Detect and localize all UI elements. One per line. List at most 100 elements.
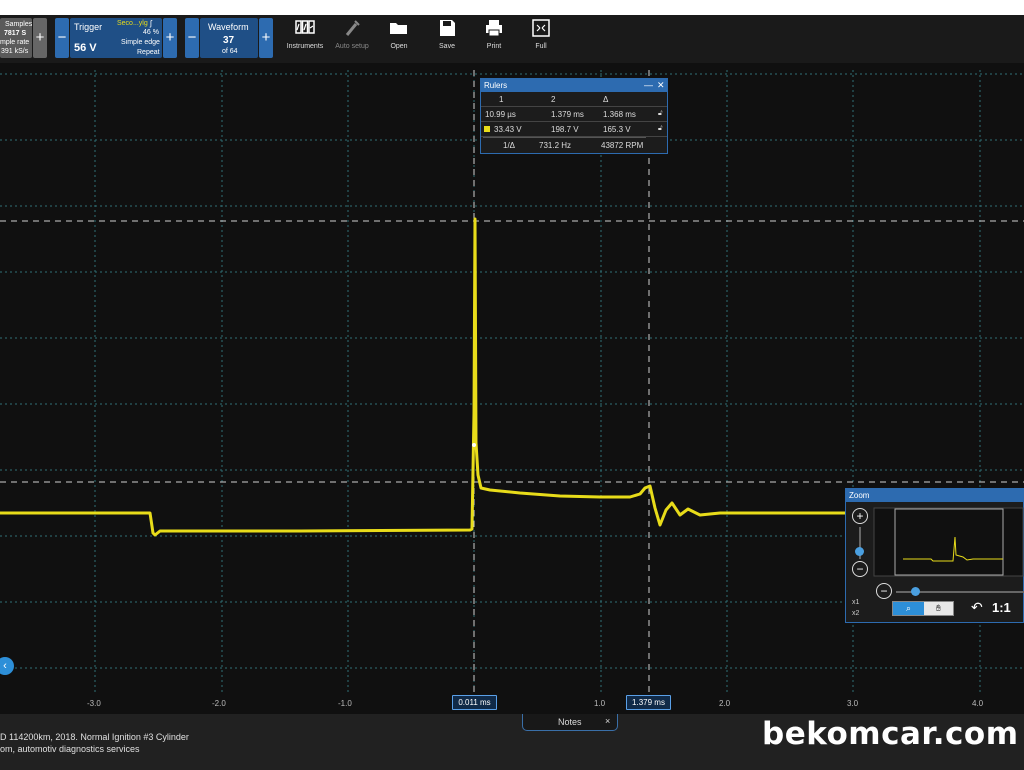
chevron-left-icon: ‹	[3, 660, 7, 672]
rulers-col-2: 2	[551, 95, 556, 104]
instruments-button[interactable]: Instruments	[281, 19, 329, 50]
minus-icon: −	[856, 562, 864, 576]
minus-icon: −	[880, 584, 888, 598]
instruments-label: Instruments	[286, 43, 324, 50]
zoom-horizontal-minus[interactable]: −	[876, 583, 892, 599]
rulers-minimize-button[interactable]: —	[644, 79, 653, 92]
waveform-plus-button[interactable]: +	[259, 18, 273, 58]
trigger-percent: 46 %	[143, 29, 159, 36]
trigger-minus-button[interactable]: −	[55, 18, 69, 58]
notes-line-2: om, automotiv diagnostics services	[0, 744, 140, 754]
open-button[interactable]: Open	[375, 19, 423, 50]
waveform-panel[interactable]: Waveform 37 of 64	[200, 18, 258, 58]
auto-setup-button[interactable]: Auto setup	[328, 19, 376, 50]
rulers-col-delta: Δ	[603, 95, 609, 104]
sample-rate-value: 391 kS/s	[1, 48, 29, 55]
zoom-plus-button[interactable]: +	[852, 508, 868, 524]
x-tick-label: 4.0	[972, 699, 984, 708]
ruler-1-marker	[472, 443, 476, 447]
ruler-volt-delta: 165.3 V	[603, 125, 631, 134]
undo-zoom-icon[interactable]: ↶	[971, 599, 983, 616]
zoom-minus-button[interactable]: −	[852, 561, 868, 577]
save-label: Save	[439, 43, 455, 50]
lock-icon[interactable]: 🔓︎	[658, 110, 663, 118]
ruler-time-delta: 1.368 ms	[603, 110, 636, 119]
channel-color-swatch	[484, 126, 490, 132]
fullscreen-icon	[532, 19, 550, 37]
trigger-channel: Seco...ylg	[117, 20, 148, 27]
samples-value: 7817 S	[4, 30, 27, 37]
ruler-volt-2: 198.7 V	[551, 125, 579, 134]
notes-line-1: D 114200km, 2018. Normal Ignition #3 Cyl…	[0, 732, 189, 742]
open-label: Open	[390, 43, 408, 50]
print-button[interactable]: Print	[470, 19, 518, 50]
notes-tab[interactable]: Notes ×	[522, 714, 618, 731]
ruler-freq-hz: 731.2 Hz	[539, 141, 572, 150]
waveform-minus-button[interactable]: −	[185, 18, 199, 58]
zoom-panel: Zoom + − − x1 x2 ⌕ ✋︎ ↶ 1:1	[845, 488, 1024, 623]
trigger-mode: Simple edge	[121, 39, 160, 46]
samples-panel[interactable]: Samples 7817 S mple rate 391 kS/s	[0, 18, 32, 58]
ruler-freq-rpm: 43872 RPM	[601, 141, 644, 150]
hand-icon: ✋︎	[935, 603, 942, 613]
ruler-time-2: 1.379 ms	[551, 110, 584, 119]
waveform-title: Waveform	[208, 22, 249, 32]
rulers-freq-row: 1/Δ 731.2 Hz 43872 RPM	[483, 137, 646, 152]
zoom-pan-button[interactable]: ✋︎	[924, 602, 953, 615]
rulers-panel: Rulers — ✕ 1 2 Δ 10.99 µs 1.379 ms 1.368…	[480, 78, 668, 154]
auto-setup-label: Auto setup	[335, 43, 369, 50]
print-label: Print	[486, 43, 502, 50]
cursor-2-tag[interactable]: 1.379 ms	[626, 695, 671, 710]
trigger-repeat: Repeat	[137, 49, 160, 56]
print-icon	[486, 20, 502, 37]
folder-open-icon	[390, 23, 407, 34]
zoom-magnify-button[interactable]: ⌕	[893, 602, 924, 615]
rulers-title: Rulers	[484, 81, 508, 90]
rulers-time-row: 10.99 µs 1.379 ms 1.368 ms 🔓︎	[481, 107, 667, 122]
zoom-header[interactable]: Zoom	[846, 489, 1023, 502]
rulers-header[interactable]: Rulers — ✕	[481, 79, 667, 92]
x-tick-label: 1.0	[594, 699, 606, 708]
cursor-1-tag[interactable]: 0.011 ms	[452, 695, 497, 710]
lock-icon[interactable]: 🔓︎	[658, 125, 663, 133]
ruler-time-1: 10.99 µs	[485, 110, 516, 119]
zoom-x1-label: x1	[852, 599, 860, 606]
rulers-close-button[interactable]: ✕	[657, 79, 665, 92]
x-tick-label: -2.0	[212, 699, 226, 708]
rulers-col-1: 1	[499, 95, 504, 104]
samples-label: Samples	[5, 21, 33, 28]
trigger-panel[interactable]: Trigger 56 V Seco...ylg ʃ 46 % Simple ed…	[70, 18, 162, 58]
notes-label: Notes	[558, 717, 582, 727]
zoom-ratio-label[interactable]: 1:1	[992, 600, 1011, 615]
instruments-icon	[295, 20, 315, 34]
notes-close-button[interactable]: ×	[605, 716, 610, 726]
zoom-horizontal-handle[interactable]	[911, 587, 920, 596]
x-tick-label: -1.0	[338, 699, 352, 708]
plus-icon: +	[856, 509, 864, 523]
zoom-mode-toggle[interactable]: ⌕ ✋︎	[892, 601, 954, 616]
zoom-x2-label: x2	[852, 610, 860, 617]
ruler-freq-label: 1/Δ	[503, 141, 516, 150]
x-tick-label: -3.0	[87, 699, 101, 708]
trigger-level: 56 V	[74, 42, 97, 54]
zoom-vertical-handle[interactable]	[855, 547, 864, 556]
x-tick-label: 3.0	[847, 699, 859, 708]
full-label: Full	[535, 43, 547, 50]
save-icon	[440, 20, 455, 36]
auto-setup-icon	[345, 20, 360, 36]
trigger-plus-button[interactable]: +	[163, 18, 177, 58]
waveform-trace	[0, 217, 845, 537]
x-tick-label: 2.0	[719, 699, 731, 708]
waveform-total: of 64	[222, 48, 238, 55]
samples-plus-button[interactable]: +	[33, 18, 47, 58]
rulers-header-row: 1 2 Δ	[481, 92, 667, 107]
waveform-current: 37	[223, 35, 235, 46]
magnify-icon: ⌕	[905, 603, 912, 613]
trigger-title: Trigger	[74, 22, 103, 32]
ruler-volt-1: 33.43 V	[494, 125, 522, 134]
save-button[interactable]: Save	[423, 19, 471, 50]
zoom-overview[interactable]	[873, 507, 1024, 577]
rulers-volt-row: 33.43 V 198.7 V 165.3 V 🔓︎	[481, 122, 667, 137]
trigger-edge-icon: ʃ	[150, 19, 152, 28]
fullscreen-button[interactable]: Full	[517, 19, 565, 50]
